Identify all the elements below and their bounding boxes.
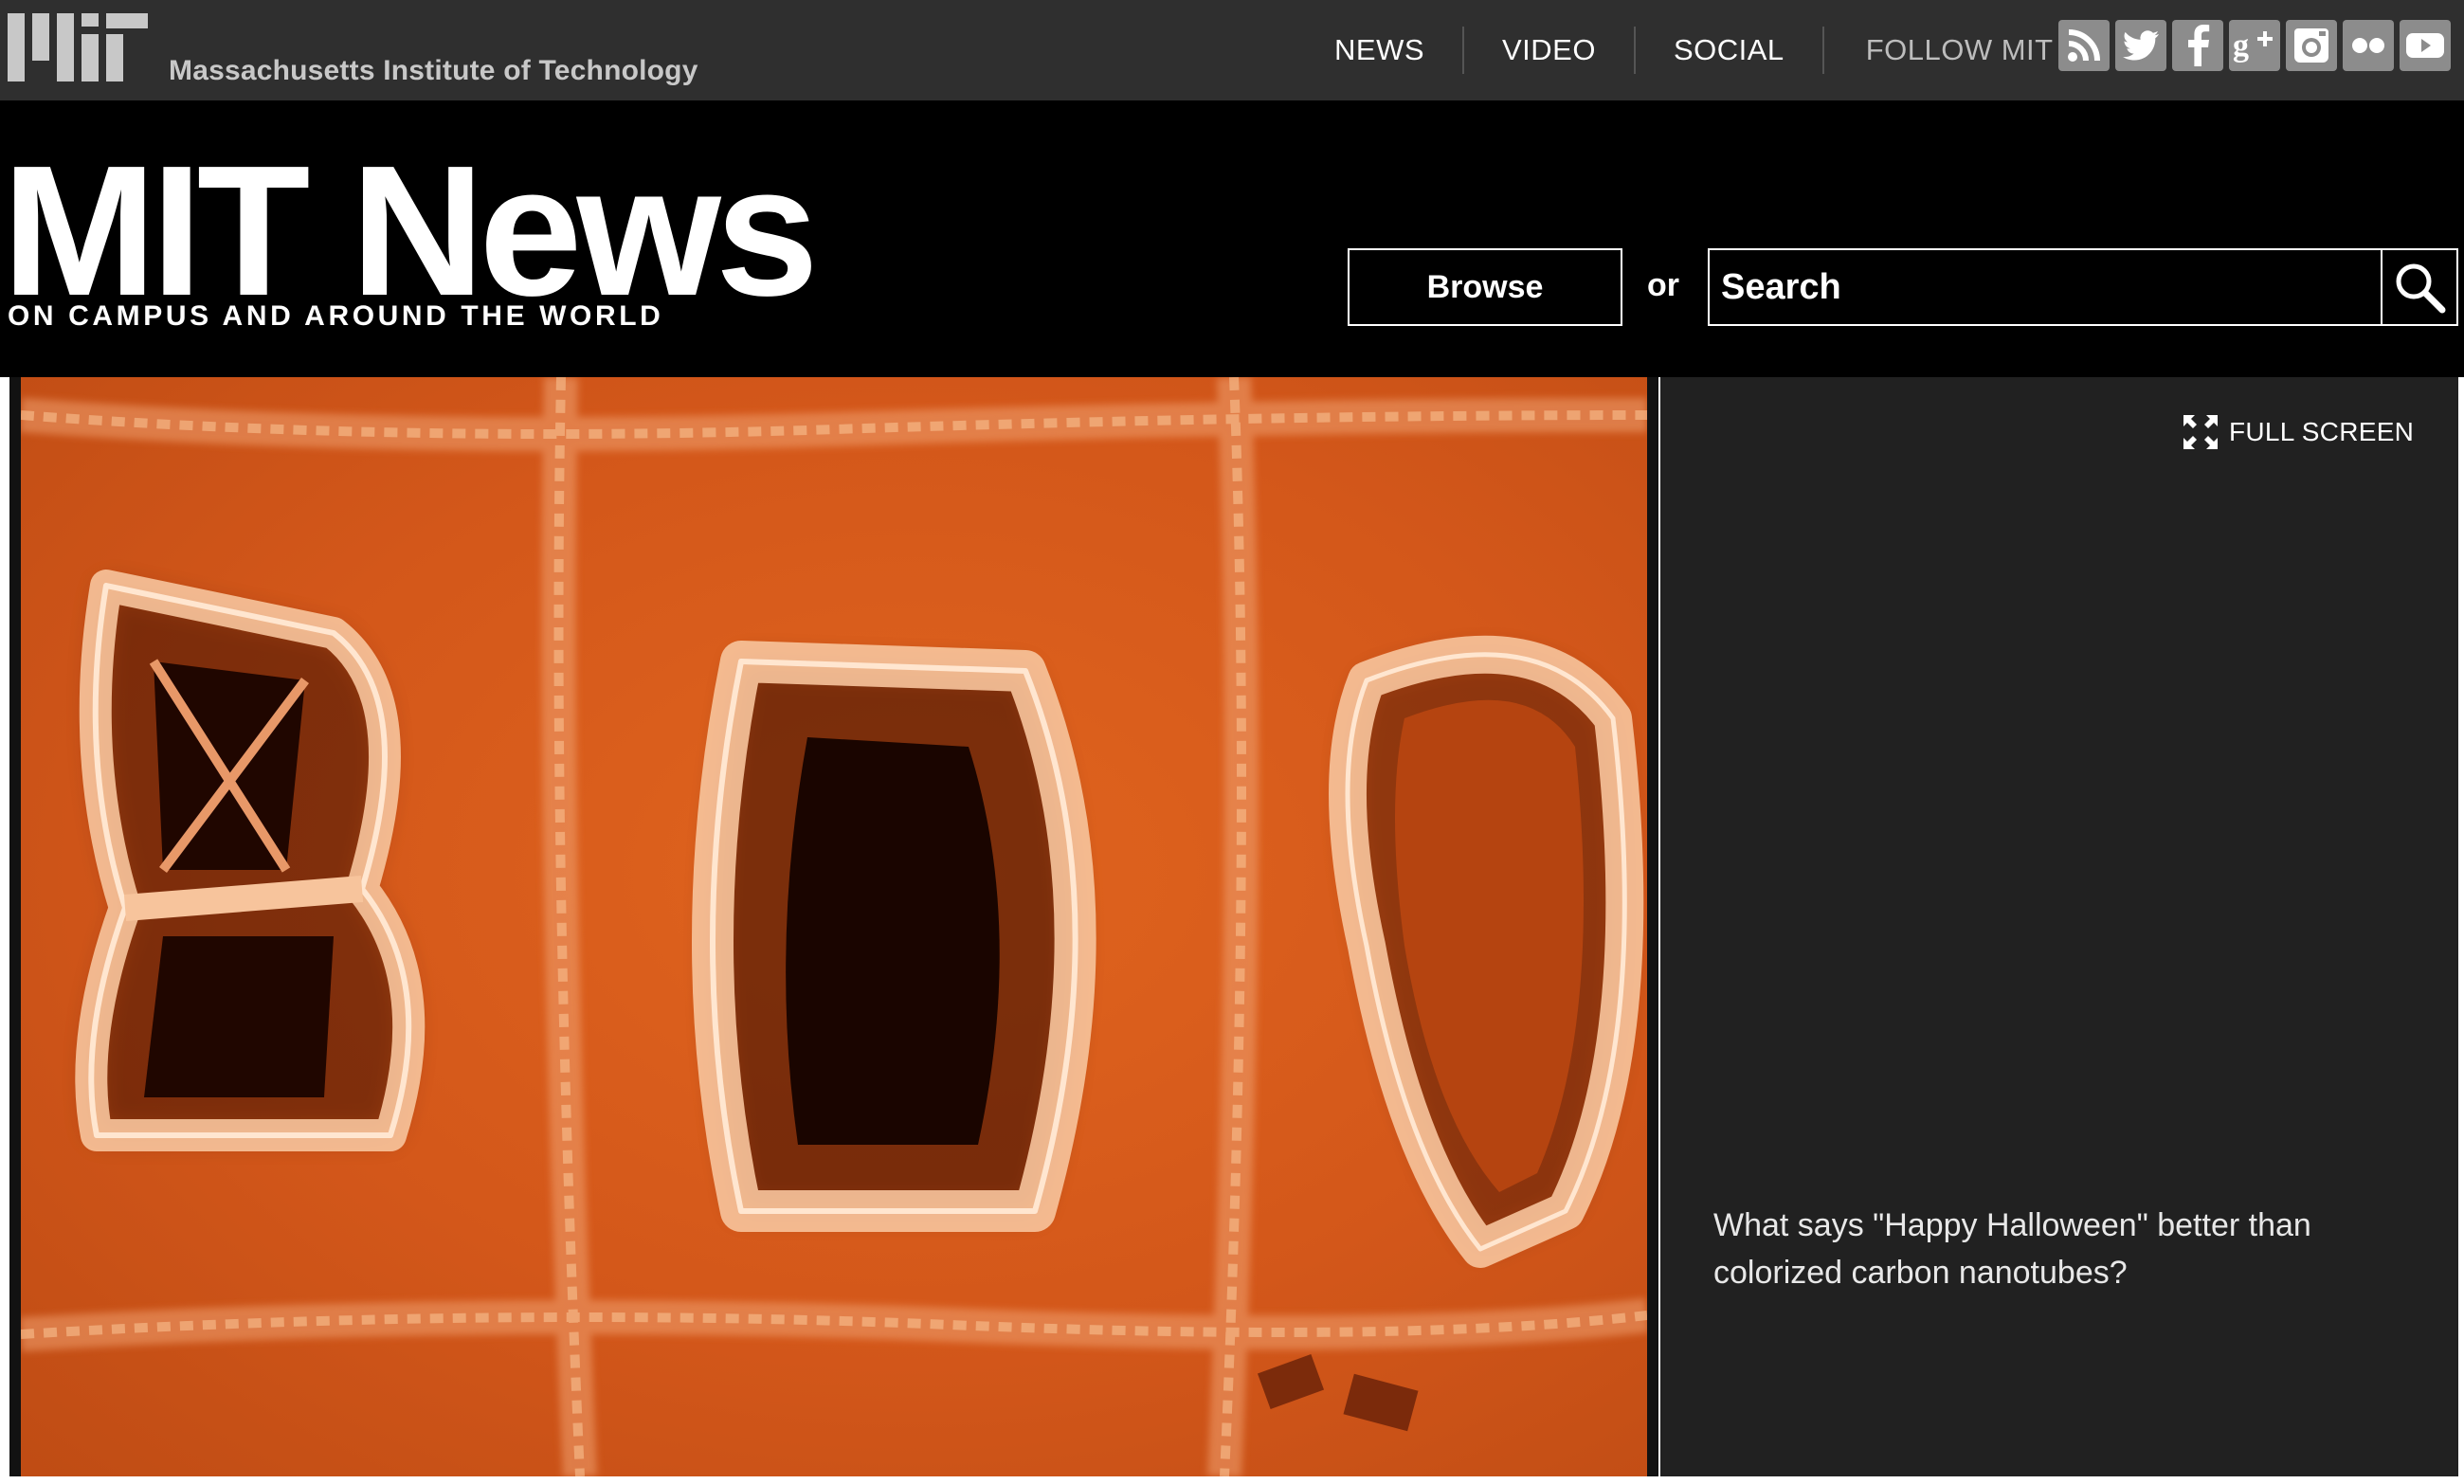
image-caption: What says "Happy Halloween" better than …: [1713, 1207, 2311, 1291]
svg-text:g: g: [2233, 28, 2249, 63]
fullscreen-icon: [2183, 415, 2218, 449]
gallery-image[interactable]: [21, 377, 1647, 1476]
fullscreen-button[interactable]: FULL SCREEN: [2182, 411, 2414, 453]
search-input[interactable]: [1708, 248, 2382, 326]
social-icons: g: [2058, 20, 2451, 71]
gallery-image-frame: [9, 377, 1658, 1476]
rss-icon[interactable]: [2058, 20, 2110, 71]
image-gallery: FULL SCREEN What says "Happy Halloween" …: [0, 377, 2464, 1484]
masthead: MIT News ON CAMPUS AND AROUND THE WORLD …: [0, 100, 2464, 377]
follow-mit-label: FOLLOW MIT: [1865, 33, 2054, 66]
caption-panel: [1660, 377, 2458, 1476]
or-label: or: [1647, 267, 1679, 303]
fullscreen-label: FULL SCREEN: [2229, 417, 2415, 446]
flickr-icon[interactable]: [2343, 20, 2394, 71]
instagram-icon[interactable]: [2286, 20, 2337, 71]
nav-video[interactable]: VIDEO: [1464, 27, 1636, 74]
top-utility-bar: Massachusetts Institute of Technology NE…: [0, 0, 2464, 100]
institute-name[interactable]: Massachusetts Institute of Technology: [169, 55, 698, 87]
youtube-icon[interactable]: [2400, 20, 2451, 71]
facebook-icon[interactable]: [2172, 20, 2223, 71]
twitter-icon[interactable]: [2115, 20, 2166, 71]
site-tagline: ON CAMPUS AND AROUND THE WORLD: [8, 300, 664, 332]
nav-news[interactable]: NEWS: [1296, 27, 1464, 74]
search-button[interactable]: [2381, 248, 2458, 326]
search-icon: [2396, 263, 2446, 314]
top-nav: NEWS VIDEO SOCIAL FOLLOW MIT: [1296, 0, 2076, 100]
nav-social[interactable]: SOCIAL: [1636, 27, 1824, 74]
mit-logo[interactable]: [8, 13, 148, 81]
browse-button[interactable]: Browse: [1348, 248, 1622, 326]
site-title[interactable]: MIT News: [2, 138, 819, 324]
google-plus-icon[interactable]: g: [2229, 20, 2280, 71]
